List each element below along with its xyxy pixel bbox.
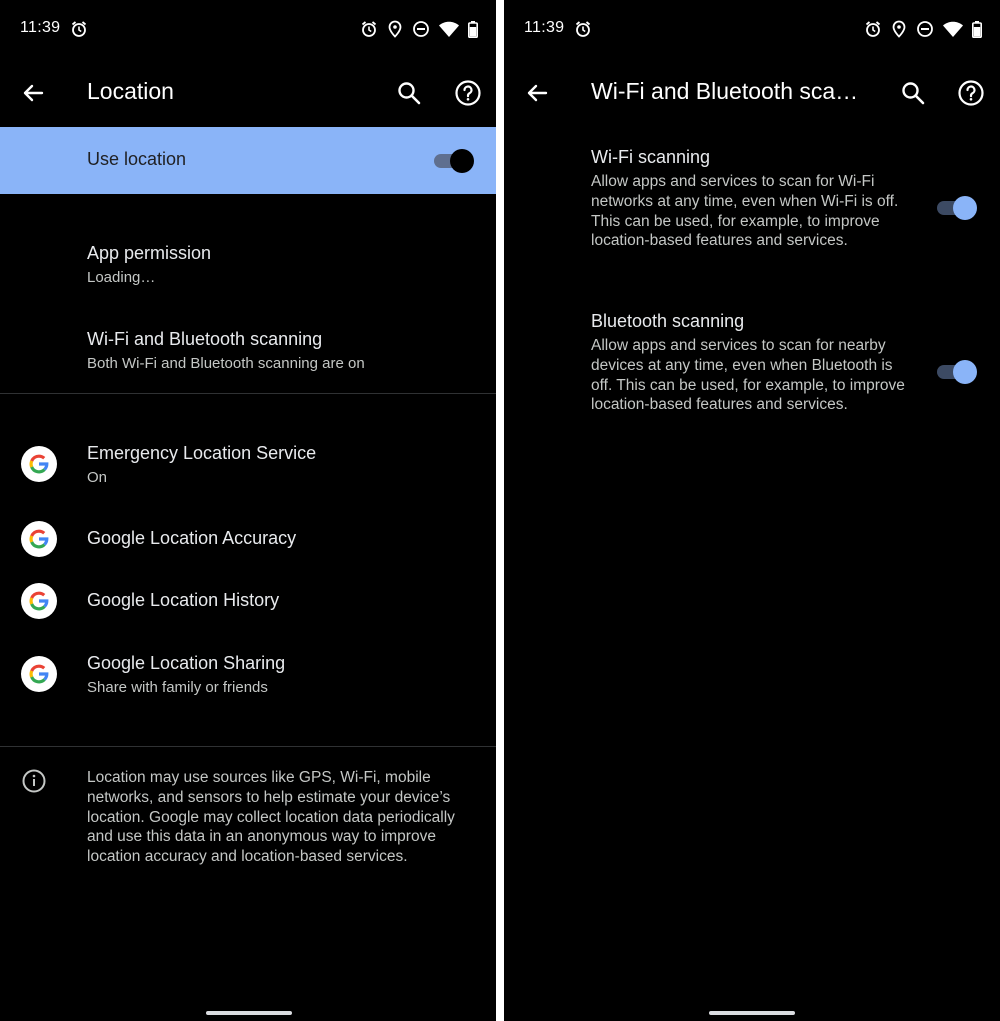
wifi-icon: [439, 21, 459, 42]
setting-title: Wi-Fi scanning: [591, 147, 711, 167]
item-title: App permission: [87, 243, 212, 263]
item-title: Google Location History: [87, 590, 280, 610]
alarm-icon: [864, 20, 882, 43]
setting-description: Allow apps and services to scan for Wi-F…: [591, 173, 899, 250]
status-time: 11:39: [524, 19, 565, 36]
google-g-icon: [21, 446, 57, 482]
alarm-icon: [360, 20, 378, 43]
help-icon[interactable]: [957, 79, 985, 107]
status-bar: 11:39: [0, 0, 496, 56]
page-title: Wi-Fi and Bluetooth sca…: [591, 78, 859, 104]
google-g-icon: [21, 583, 57, 619]
app-bar: Location: [0, 56, 496, 128]
search-icon[interactable]: [396, 80, 422, 106]
help-icon[interactable]: [454, 79, 482, 107]
item-subtitle: Share with family or friends: [87, 679, 268, 696]
bluetooth-scanning-setting[interactable]: Bluetooth scanning Allow apps and servic…: [504, 304, 1000, 444]
divider: [0, 746, 496, 747]
use-location-label: Use location: [87, 149, 187, 169]
wifi-icon: [943, 21, 963, 42]
location-pin-icon: [891, 20, 907, 43]
item-subtitle: On: [87, 469, 108, 486]
status-bar: 11:39: [504, 0, 1000, 56]
item-title: Wi-Fi and Bluetooth scanning: [87, 329, 323, 349]
wifi-bluetooth-scanning-screen: 11:39 Wi-Fi and Bluetooth sca… Wi-Fi sca…: [504, 0, 1000, 1021]
use-location-switch-bar[interactable]: Use location: [0, 127, 496, 194]
page-title: Location: [87, 78, 174, 104]
google-location-accuracy-item[interactable]: Google Location Accuracy: [0, 517, 496, 563]
gesture-nav-handle[interactable]: [206, 1011, 292, 1015]
back-arrow-icon[interactable]: [522, 78, 552, 108]
app-bar: Wi-Fi and Bluetooth sca…: [504, 56, 1000, 128]
google-location-history-item[interactable]: Google Location History: [0, 580, 496, 626]
battery-icon: [468, 20, 478, 43]
emergency-location-service-item[interactable]: Emergency Location Service On: [0, 430, 496, 502]
info-icon: [22, 769, 46, 798]
alarm-icon: [574, 20, 592, 43]
battery-icon: [972, 20, 982, 43]
gesture-nav-handle[interactable]: [709, 1011, 795, 1015]
setting-title: Bluetooth scanning: [591, 311, 745, 331]
item-subtitle: Both Wi-Fi and Bluetooth scanning are on: [87, 355, 365, 372]
alarm-icon: [70, 20, 88, 43]
wifi-bluetooth-scanning-item[interactable]: Wi-Fi and Bluetooth scanning Both Wi-Fi …: [0, 318, 496, 388]
divider: [0, 393, 496, 394]
item-title: Google Location Sharing: [87, 653, 286, 673]
do-not-disturb-icon: [412, 20, 430, 43]
back-arrow-icon[interactable]: [18, 78, 48, 108]
wifi-scanning-setting[interactable]: Wi-Fi scanning Allow apps and services t…: [504, 140, 1000, 280]
status-time: 11:39: [20, 19, 61, 36]
app-permission-item[interactable]: App permission Loading…: [0, 232, 496, 302]
item-title: Emergency Location Service: [87, 443, 317, 463]
google-g-icon: [21, 656, 57, 692]
google-g-icon: [21, 521, 57, 557]
item-title: Google Location Accuracy: [87, 528, 297, 548]
do-not-disturb-icon: [916, 20, 934, 43]
location-pin-icon: [387, 20, 403, 43]
setting-description: Allow apps and services to scan for near…: [591, 337, 905, 414]
location-settings-screen: 11:39 Location Use location App permissi…: [0, 0, 496, 1021]
item-subtitle: Loading…: [87, 269, 156, 286]
google-location-sharing-item[interactable]: Google Location Sharing Share with famil…: [0, 640, 496, 712]
location-footer-text: Location may use sources like GPS, Wi-Fi…: [87, 769, 455, 866]
search-icon[interactable]: [900, 80, 926, 106]
